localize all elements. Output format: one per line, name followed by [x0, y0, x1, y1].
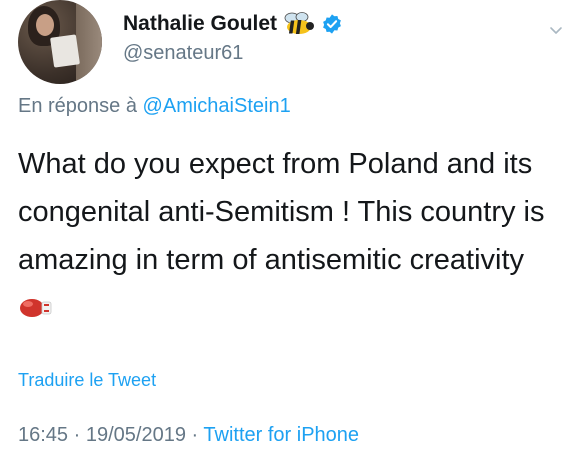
tweet-date[interactable]: 19/05/2019 [86, 424, 186, 446]
translate-tweet-link[interactable]: Traduire le Tweet [18, 370, 156, 391]
avatar-background [76, 0, 102, 84]
chevron-down-icon[interactable] [548, 22, 564, 38]
tweet-time[interactable]: 16:45 [18, 424, 68, 446]
author-name-row: Nathalie Goulet [123, 12, 343, 36]
tweet-text: What do you expect from Poland and its c… [18, 148, 545, 276]
boxing-glove-icon [18, 286, 54, 317]
verified-badge-icon [321, 13, 343, 35]
reply-prefix: En réponse à [18, 95, 137, 117]
tweet-source-link[interactable]: Twitter for iPhone [203, 424, 359, 446]
reply-mention-link[interactable]: @AmichaiStein1 [143, 95, 291, 117]
tweet-body: What do you expect from Poland and its c… [18, 140, 563, 332]
avatar-paper [50, 34, 80, 68]
reply-context: En réponse à @AmichaiStein1 [18, 95, 291, 118]
author-handle[interactable]: @senateur61 [123, 42, 243, 65]
author-name[interactable]: Nathalie Goulet [123, 12, 277, 36]
tweet-meta: 16:45 · 19/05/2019 · Twitter for iPhone [18, 424, 359, 447]
bee-icon [283, 12, 315, 36]
meta-separator-2: · [191, 424, 199, 446]
meta-separator: · [73, 424, 81, 446]
avatar[interactable] [18, 0, 102, 84]
avatar-face [36, 14, 54, 36]
